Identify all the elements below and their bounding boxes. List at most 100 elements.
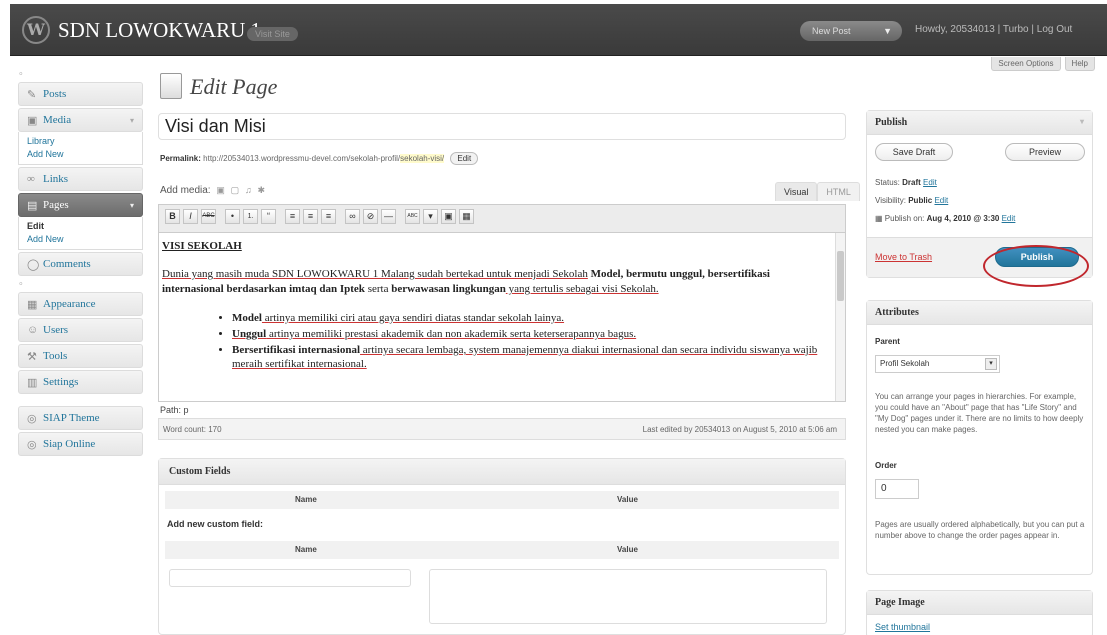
save-draft-button[interactable]: Save Draft — [875, 143, 953, 161]
custom-fields-box: Custom Fields Name Value Add new custom … — [158, 458, 846, 635]
sidebar-item-label: Media — [43, 114, 72, 126]
sidebar-item-media[interactable]: ▣ Media ▾ — [18, 108, 143, 132]
page-title: Edit Page — [190, 74, 278, 99]
site-title[interactable]: SDN LOWOKWARU 1 — [58, 18, 261, 43]
bullet-list-button[interactable]: • — [225, 209, 240, 224]
move-to-trash-link[interactable]: Move to Trash — [875, 252, 932, 262]
theme-icon: ◎ — [27, 412, 37, 425]
editor-scrollbar[interactable] — [835, 233, 845, 401]
bold-button[interactable]: B — [165, 209, 180, 224]
title-input[interactable]: Visi dan Misi — [158, 113, 846, 140]
add-image-icon[interactable]: ▣ — [216, 185, 225, 195]
custom-fields-title[interactable]: Custom Fields — [159, 459, 845, 485]
permalink-url[interactable]: http://20534013.wordpressmu-devel.com/se… — [203, 154, 400, 163]
editor-list: Model artinya memiliki ciri atau gaya se… — [162, 311, 831, 371]
add-video-icon[interactable]: ▢ — [231, 185, 240, 195]
unlink-button[interactable]: ⊘ — [363, 209, 378, 224]
order-help-text: Pages are usually ordered alphabetically… — [875, 520, 1085, 540]
chevron-down-icon[interactable]: ▾ — [1080, 117, 1084, 126]
italic-button[interactable]: I — [183, 209, 198, 224]
sidebar-item-appearance[interactable]: ▦ Appearance — [18, 292, 143, 316]
sidebar-item-links[interactable]: ∞ Links — [18, 167, 143, 191]
fullscreen-button[interactable]: ▣ — [441, 209, 456, 224]
tab-html[interactable]: HTML — [817, 182, 860, 201]
editor-text: yang tertulis sebagai visi Sekolah. — [505, 283, 659, 295]
sidebar-item-comments[interactable]: ◯ Comments — [18, 252, 143, 276]
sidebar-item-siap-theme[interactable]: ◎ SIAP Theme — [18, 406, 143, 430]
align-center-button[interactable]: ≡ — [303, 209, 318, 224]
permalink-slug[interactable]: sekolah-visi/ — [400, 154, 445, 163]
visibility-value: Public — [908, 196, 933, 205]
sidebar-item-posts[interactable]: ✎ Posts — [18, 82, 143, 106]
favorite-actions-dropdown[interactable]: New Post ▼ — [800, 21, 902, 41]
edit-permalink-button[interactable]: Edit — [450, 152, 479, 165]
sidebar-item-label: Posts — [43, 88, 67, 100]
edit-date-link[interactable]: Edit — [1002, 214, 1016, 223]
visit-site-button[interactable]: Visit Site — [247, 27, 298, 41]
sidebar-item-label: SIAP Theme — [43, 412, 100, 424]
pages-icon — [156, 73, 182, 102]
attributes-box-header[interactable]: Attributes — [867, 301, 1092, 325]
help-button[interactable]: Help — [1064, 57, 1095, 71]
edit-status-link[interactable]: Edit — [923, 178, 937, 187]
permalink-label: Permalink: — [160, 154, 201, 163]
add-audio-icon[interactable]: ♫ — [245, 185, 252, 195]
numbered-list-button[interactable]: 1. — [243, 209, 258, 224]
publish-date-line: ▦ Publish on: Aug 4, 2010 @ 3:30 Edit — [875, 214, 1015, 223]
publish-on-label: Publish on: — [884, 214, 925, 223]
content-editor[interactable]: VISI SEKOLAH Dunia yang masih muda SDN L… — [158, 232, 846, 402]
chevron-down-icon[interactable]: ▾ — [130, 201, 134, 210]
strikethrough-button[interactable]: ABC — [201, 209, 216, 224]
scrollbar-thumb[interactable] — [837, 251, 844, 301]
submenu-add-new-page[interactable]: Add New — [27, 233, 142, 246]
publish-on-value: Aug 4, 2010 @ 3:30 — [926, 214, 1000, 223]
admin-header: W SDN LOWOKWARU 1 Visit Site New Post ▼ … — [10, 4, 1107, 56]
user-greeting[interactable]: Howdy, 20534013 | Turbo | Log Out — [915, 24, 1072, 35]
submenu-edit[interactable]: Edit — [27, 220, 142, 233]
parent-select[interactable]: Profil Sekolah ▾ — [875, 355, 1000, 373]
publish-box-header[interactable]: Publish ▾ — [867, 111, 1092, 135]
sidebar-item-label: Settings — [43, 376, 79, 388]
custom-field-name-input[interactable] — [169, 569, 411, 587]
custom-field-value-input[interactable] — [429, 569, 827, 624]
chevron-down-icon[interactable]: ▾ — [130, 116, 134, 125]
page-image-box-header[interactable]: Page Image — [867, 591, 1092, 615]
sidebar-item-users[interactable]: ☺ Users — [18, 318, 143, 342]
preview-button[interactable]: Preview — [1005, 143, 1085, 161]
kitchen-sink-button[interactable]: ▦ — [459, 209, 474, 224]
align-left-button[interactable]: ≡ — [285, 209, 300, 224]
sidebar-item-tools[interactable]: ⚒ Tools — [18, 344, 143, 368]
sidebar-item-pages[interactable]: ▤ Pages ▾ — [18, 193, 143, 217]
blockquote-button[interactable]: “ — [261, 209, 276, 224]
users-icon: ☺ — [27, 324, 39, 336]
pages-submenu: Edit Add New — [18, 217, 143, 250]
tab-visual[interactable]: Visual — [775, 182, 818, 201]
screen-options-button[interactable]: Screen Options — [991, 57, 1061, 71]
status-line: Status: Draft Edit — [875, 178, 937, 187]
set-thumbnail-link[interactable]: Set thumbnail — [875, 622, 930, 632]
media-icon: ▣ — [27, 114, 38, 127]
attributes-box-title: Attributes — [875, 307, 919, 318]
submenu-add-new-media[interactable]: Add New — [27, 148, 142, 161]
submenu-library[interactable]: Library — [27, 135, 142, 148]
align-right-button[interactable]: ≡ — [321, 209, 336, 224]
sidebar-item-settings[interactable]: ▥ Settings — [18, 370, 143, 394]
editor-text-bold: Model — [232, 312, 262, 324]
spellcheck-dropdown[interactable]: ▾ — [423, 209, 438, 224]
admin-menu: ∘ ✎ Posts ▣ Media ▾ Library Add New ∞ Li… — [18, 68, 143, 458]
parent-select-value: Profil Sekolah — [880, 359, 930, 368]
insert-more-button[interactable]: — — [381, 209, 396, 224]
sidebar-item-siap-online[interactable]: ◎ Siap Online — [18, 432, 143, 456]
editor-toolbar: B I ABC • 1. “ ≡ ≡ ≡ ∞ ⊘ — ABC ▾ ▣ ▦ — [158, 204, 846, 232]
editor-text: artinya memiliki prestasi akademik dan n… — [266, 328, 637, 340]
add-media-icon[interactable]: ✱ — [258, 185, 266, 195]
new-field-header: Name Value — [165, 541, 839, 559]
order-input[interactable]: 0 — [875, 479, 919, 499]
edit-visibility-link[interactable]: Edit — [934, 196, 948, 205]
highlight-circle — [983, 245, 1089, 287]
insert-link-button[interactable]: ∞ — [345, 209, 360, 224]
sidebar-item-label: Links — [43, 173, 69, 185]
pin-icon: ✎ — [27, 88, 37, 101]
spellcheck-button[interactable]: ABC — [405, 209, 420, 224]
last-edited: Last edited by 20534013 on August 5, 201… — [642, 425, 837, 434]
